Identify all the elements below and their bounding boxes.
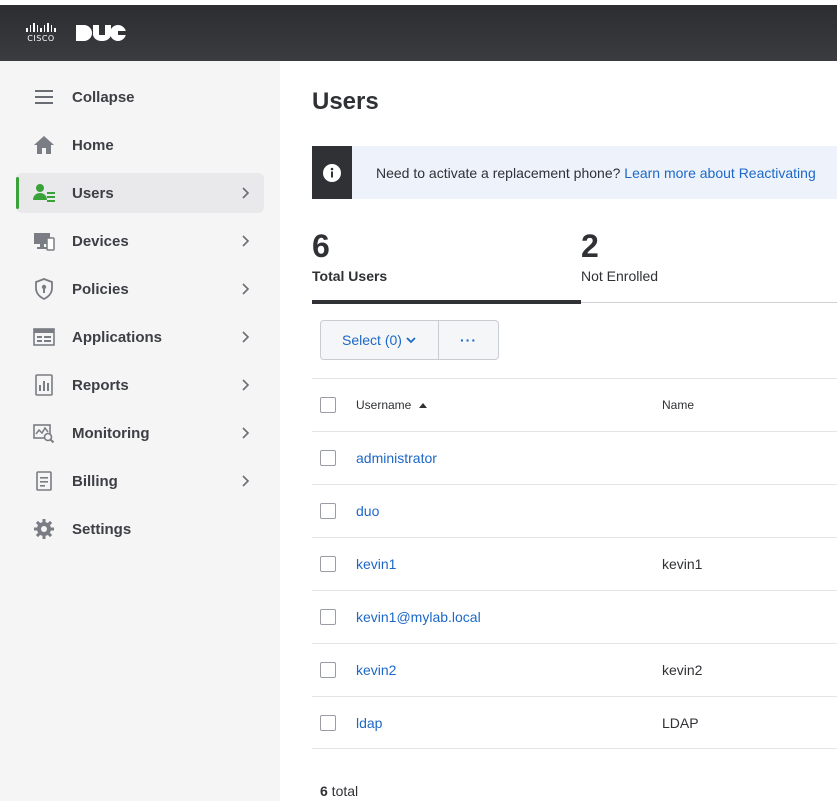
billing-icon — [33, 470, 55, 492]
banner-message: Need to activate a replacement phone? — [376, 164, 625, 181]
monitoring-icon — [33, 422, 55, 444]
username-link[interactable]: administrator — [356, 450, 437, 466]
sidebar-item-collapse[interactable]: Collapse — [16, 77, 264, 117]
row-checkbox[interactable] — [320, 715, 336, 731]
chevron-right-icon — [242, 475, 250, 487]
sidebar-item-monitoring[interactable]: Monitoring — [16, 413, 264, 453]
table-row: administrator — [312, 431, 837, 484]
more-actions-button[interactable]: ··· — [439, 320, 499, 360]
chevron-right-icon — [242, 427, 250, 439]
row-checkbox[interactable] — [320, 556, 336, 572]
devices-icon — [33, 230, 55, 252]
row-checkbox[interactable] — [320, 503, 336, 519]
stat-label: Not Enrolled — [581, 268, 659, 284]
gear-icon — [33, 518, 55, 540]
row-checkbox[interactable] — [320, 609, 336, 625]
chevron-right-icon — [242, 187, 250, 199]
stat-total-users[interactable]: 6 Total Users — [312, 228, 387, 284]
reports-icon — [33, 374, 55, 396]
top-bar: CISCO — [0, 0, 837, 61]
table-row: ldap LDAP — [312, 696, 837, 749]
sidebar-item-label: Billing — [72, 472, 118, 490]
cisco-bars-icon — [26, 23, 56, 32]
table-row: kevin1 kevin1 — [312, 537, 837, 590]
sidebar-item-reports[interactable]: Reports — [16, 365, 264, 405]
sidebar: Collapse Home Users Devices Policies App… — [0, 61, 280, 801]
table-header-row: Username Name — [312, 378, 837, 431]
username-link[interactable]: kevin1@mylab.local — [356, 609, 481, 625]
stat-value: 6 — [312, 228, 330, 264]
select-label: Select (0) — [342, 332, 402, 348]
home-icon — [33, 134, 55, 156]
table-row: kevin1@mylab.local — [312, 590, 837, 643]
chevron-right-icon — [242, 379, 250, 391]
table-row: kevin2 kevin2 — [312, 643, 837, 696]
users-icon — [33, 182, 55, 204]
cisco-wordmark: CISCO — [27, 34, 55, 43]
stat-value: 2 — [581, 228, 599, 264]
sidebar-item-applications[interactable]: Applications — [16, 317, 264, 357]
chevron-down-icon — [406, 337, 416, 344]
username-link[interactable]: ldap — [356, 715, 382, 731]
username-link[interactable]: kevin2 — [356, 662, 396, 678]
main-content: Users Need to activate a replacement pho… — [280, 61, 837, 801]
select-dropdown-button[interactable]: Select (0) — [320, 320, 439, 360]
chevron-right-icon — [242, 331, 250, 343]
chevron-right-icon — [242, 235, 250, 247]
users-table: Username Name administrator duo kevin1 k… — [312, 378, 837, 749]
username-link[interactable]: duo — [356, 503, 379, 519]
sidebar-item-devices[interactable]: Devices — [16, 221, 264, 261]
sidebar-item-label: Reports — [72, 376, 129, 394]
active-tab-indicator — [312, 300, 581, 304]
sidebar-item-home[interactable]: Home — [16, 125, 264, 165]
row-checkbox[interactable] — [320, 662, 336, 678]
select-all-checkbox[interactable] — [320, 397, 336, 413]
reactivation-link[interactable]: Learn more about Reactivating — [624, 165, 815, 181]
sidebar-item-label: Collapse — [72, 88, 135, 106]
column-header-name[interactable]: Name — [662, 398, 694, 412]
sidebar-item-settings[interactable]: Settings — [16, 509, 264, 549]
info-icon-box — [312, 146, 352, 199]
bulk-actions: Select (0) ··· — [320, 320, 499, 360]
name-cell: kevin2 — [662, 662, 703, 678]
cisco-logo[interactable]: CISCO — [24, 23, 58, 43]
sort-ascending-icon — [419, 402, 428, 408]
more-actions-label: ··· — [460, 332, 477, 348]
sidebar-item-label: Home — [72, 136, 114, 154]
total-count-value: 6 — [320, 783, 328, 799]
sidebar-item-policies[interactable]: Policies — [16, 269, 264, 309]
sidebar-item-label: Settings — [72, 520, 132, 538]
name-cell: LDAP — [662, 715, 699, 731]
duo-logo[interactable] — [74, 22, 126, 44]
shield-icon — [33, 278, 55, 300]
sidebar-item-label: Devices — [72, 232, 129, 250]
table-row: duo — [312, 484, 837, 537]
name-cell: kevin1 — [662, 556, 703, 572]
menu-icon — [33, 86, 55, 108]
banner-text: Need to activate a replacement phone? Le… — [376, 165, 816, 181]
sidebar-item-label: Applications — [72, 328, 163, 346]
row-checkbox[interactable] — [320, 450, 336, 466]
info-icon — [323, 163, 341, 182]
sidebar-item-label: Monitoring — [72, 424, 150, 442]
top-bar-inner: CISCO — [0, 5, 837, 61]
column-header-username[interactable]: Username — [356, 398, 428, 412]
stat-not-enrolled[interactable]: 2 Not Enrolled — [581, 228, 658, 284]
sidebar-item-billing[interactable]: Billing — [16, 461, 264, 501]
stat-label: Total Users — [312, 268, 388, 284]
page-title: Users — [312, 88, 379, 115]
info-banner: Need to activate a replacement phone? Le… — [312, 146, 837, 199]
column-header-label: Username — [356, 398, 412, 412]
total-count-suffix: total — [327, 783, 359, 799]
total-count: 6 total — [320, 783, 358, 799]
applications-icon — [33, 326, 55, 348]
sidebar-item-label: Users — [72, 184, 114, 202]
sidebar-item-users[interactable]: Users — [16, 173, 264, 213]
username-link[interactable]: kevin1 — [356, 556, 396, 572]
chevron-right-icon — [242, 283, 250, 295]
sidebar-item-label: Policies — [72, 280, 129, 298]
